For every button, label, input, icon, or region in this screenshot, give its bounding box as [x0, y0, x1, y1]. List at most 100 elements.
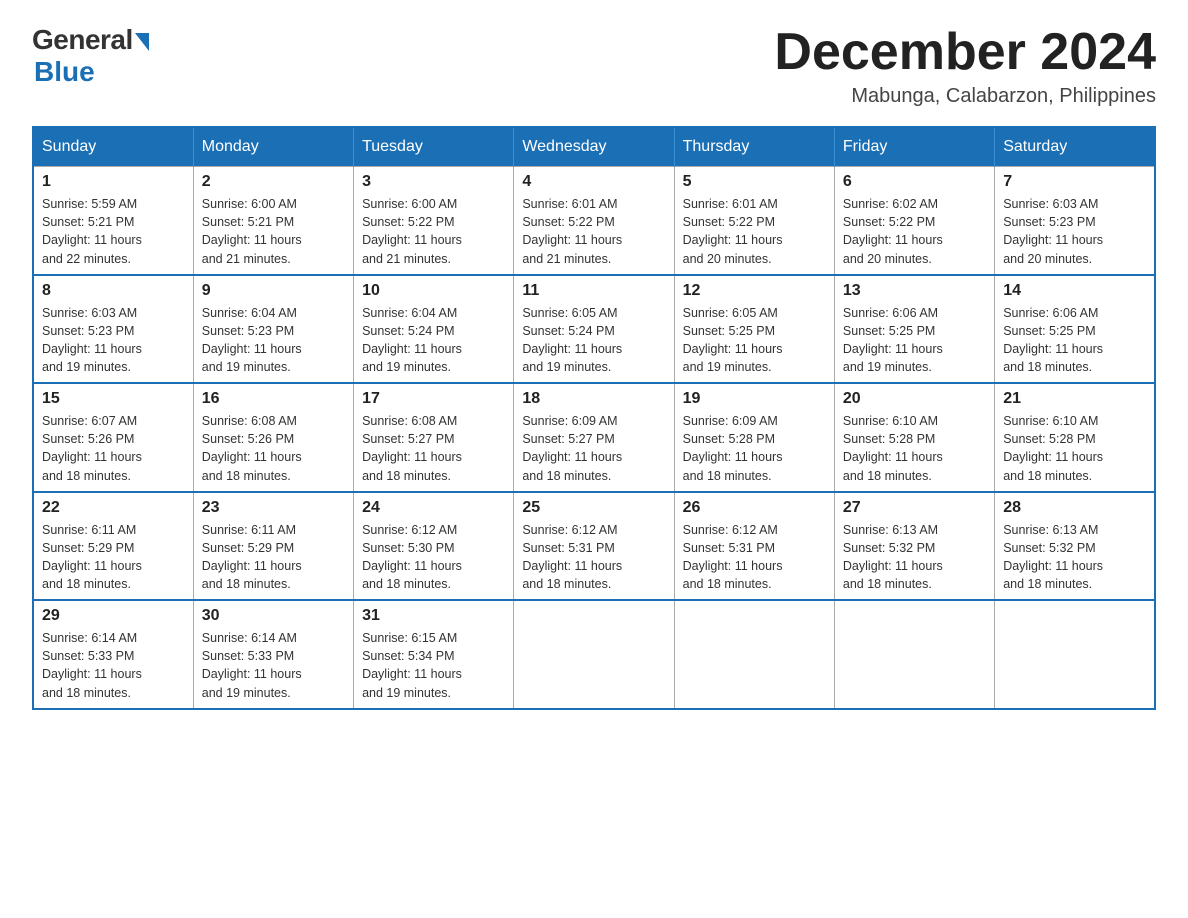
- day-info: Sunrise: 6:10 AM Sunset: 5:28 PM Dayligh…: [843, 412, 986, 485]
- day-info: Sunrise: 6:04 AM Sunset: 5:24 PM Dayligh…: [362, 304, 505, 377]
- calendar-header-friday: Friday: [834, 127, 994, 167]
- day-number: 6: [843, 173, 986, 191]
- day-number: 3: [362, 173, 505, 191]
- calendar-header-saturday: Saturday: [995, 127, 1155, 167]
- day-info: Sunrise: 6:05 AM Sunset: 5:24 PM Dayligh…: [522, 304, 665, 377]
- day-number: 9: [202, 282, 345, 300]
- calendar-cell: 29 Sunrise: 6:14 AM Sunset: 5:33 PM Dayli…: [33, 600, 193, 709]
- day-info: Sunrise: 6:08 AM Sunset: 5:26 PM Dayligh…: [202, 412, 345, 485]
- page-header: General Blue December 2024 Mabunga, Cala…: [32, 24, 1156, 108]
- day-number: 25: [522, 499, 665, 517]
- day-number: 27: [843, 499, 986, 517]
- day-info: Sunrise: 6:14 AM Sunset: 5:33 PM Dayligh…: [42, 629, 185, 702]
- calendar-cell: [834, 600, 994, 709]
- calendar-cell: 6 Sunrise: 6:02 AM Sunset: 5:22 PM Daylig…: [834, 167, 994, 275]
- calendar-cell: 17 Sunrise: 6:08 AM Sunset: 5:27 PM Dayli…: [354, 383, 514, 492]
- day-info: Sunrise: 6:02 AM Sunset: 5:22 PM Dayligh…: [843, 195, 986, 268]
- day-number: 1: [42, 173, 185, 191]
- calendar-cell: 9 Sunrise: 6:04 AM Sunset: 5:23 PM Daylig…: [193, 275, 353, 384]
- day-info: Sunrise: 6:04 AM Sunset: 5:23 PM Dayligh…: [202, 304, 345, 377]
- day-info: Sunrise: 6:01 AM Sunset: 5:22 PM Dayligh…: [522, 195, 665, 268]
- day-number: 21: [1003, 390, 1146, 408]
- calendar-cell: 19Sunrise: 6:09 AM Sunset: 5:28 PM Dayli…: [674, 383, 834, 492]
- day-info: Sunrise: 6:13 AM Sunset: 5:32 PM Dayligh…: [843, 521, 986, 594]
- calendar-cell: 8Sunrise: 6:03 AM Sunset: 5:23 PM Daylig…: [33, 275, 193, 384]
- calendar-cell: 11 Sunrise: 6:05 AM Sunset: 5:24 PM Dayli…: [514, 275, 674, 384]
- calendar-cell: 13Sunrise: 6:06 AM Sunset: 5:25 PM Dayli…: [834, 275, 994, 384]
- calendar-header-thursday: Thursday: [674, 127, 834, 167]
- calendar-cell: 2Sunrise: 6:00 AM Sunset: 5:21 PM Daylig…: [193, 167, 353, 275]
- day-number: 23: [202, 499, 345, 517]
- logo-blue-text: Blue: [34, 56, 95, 88]
- calendar-cell: [995, 600, 1155, 709]
- calendar-cell: 7 Sunrise: 6:03 AM Sunset: 5:23 PM Daylig…: [995, 167, 1155, 275]
- day-info: Sunrise: 6:13 AM Sunset: 5:32 PM Dayligh…: [1003, 521, 1146, 594]
- day-number: 18: [522, 390, 665, 408]
- day-number: 7: [1003, 173, 1146, 191]
- calendar-week-row: 29 Sunrise: 6:14 AM Sunset: 5:33 PM Dayli…: [33, 600, 1155, 709]
- day-number: 26: [683, 499, 826, 517]
- day-number: 17: [362, 390, 505, 408]
- calendar-cell: 22Sunrise: 6:11 AM Sunset: 5:29 PM Dayli…: [33, 492, 193, 601]
- day-number: 12: [683, 282, 826, 300]
- day-info: Sunrise: 6:06 AM Sunset: 5:25 PM Dayligh…: [1003, 304, 1146, 377]
- calendar-cell: 28 Sunrise: 6:13 AM Sunset: 5:32 PM Dayli…: [995, 492, 1155, 601]
- day-number: 20: [843, 390, 986, 408]
- calendar-cell: 18 Sunrise: 6:09 AM Sunset: 5:27 PM Dayli…: [514, 383, 674, 492]
- title-section: December 2024 Mabunga, Calabarzon, Phili…: [774, 24, 1156, 108]
- calendar-header-monday: Monday: [193, 127, 353, 167]
- day-number: 28: [1003, 499, 1146, 517]
- calendar-cell: 27 Sunrise: 6:13 AM Sunset: 5:32 PM Dayli…: [834, 492, 994, 601]
- day-number: 4: [522, 173, 665, 191]
- day-number: 2: [202, 173, 345, 191]
- calendar-cell: 12 Sunrise: 6:05 AM Sunset: 5:25 PM Dayli…: [674, 275, 834, 384]
- location-subtitle: Mabunga, Calabarzon, Philippines: [774, 85, 1156, 108]
- day-info: Sunrise: 6:09 AM Sunset: 5:28 PM Dayligh…: [683, 412, 826, 485]
- calendar-cell: 1Sunrise: 5:59 AM Sunset: 5:21 PM Daylig…: [33, 167, 193, 275]
- calendar-week-row: 8Sunrise: 6:03 AM Sunset: 5:23 PM Daylig…: [33, 275, 1155, 384]
- day-number: 11: [522, 282, 665, 300]
- calendar-header-wednesday: Wednesday: [514, 127, 674, 167]
- calendar-cell: 26Sunrise: 6:12 AM Sunset: 5:31 PM Dayli…: [674, 492, 834, 601]
- day-info: Sunrise: 6:01 AM Sunset: 5:22 PM Dayligh…: [683, 195, 826, 268]
- day-number: 29: [42, 607, 185, 625]
- logo: General Blue: [32, 24, 149, 88]
- calendar-cell: 14 Sunrise: 6:06 AM Sunset: 5:25 PM Dayli…: [995, 275, 1155, 384]
- day-number: 10: [362, 282, 505, 300]
- calendar-cell: 21 Sunrise: 6:10 AM Sunset: 5:28 PM Dayli…: [995, 383, 1155, 492]
- logo-general-text: General: [32, 24, 133, 56]
- calendar-week-row: 15 Sunrise: 6:07 AM Sunset: 5:26 PM Dayli…: [33, 383, 1155, 492]
- calendar-header-tuesday: Tuesday: [354, 127, 514, 167]
- calendar-cell: 4 Sunrise: 6:01 AM Sunset: 5:22 PM Daylig…: [514, 167, 674, 275]
- day-number: 5: [683, 173, 826, 191]
- calendar-cell: [674, 600, 834, 709]
- day-number: 31: [362, 607, 505, 625]
- day-info: Sunrise: 6:03 AM Sunset: 5:23 PM Dayligh…: [1003, 195, 1146, 268]
- day-info: Sunrise: 6:06 AM Sunset: 5:25 PM Dayligh…: [843, 304, 986, 377]
- logo-arrow-icon: [135, 33, 149, 51]
- calendar-cell: 5 Sunrise: 6:01 AM Sunset: 5:22 PM Daylig…: [674, 167, 834, 275]
- calendar-week-row: 1Sunrise: 5:59 AM Sunset: 5:21 PM Daylig…: [33, 167, 1155, 275]
- calendar-cell: [514, 600, 674, 709]
- calendar-cell: 31Sunrise: 6:15 AM Sunset: 5:34 PM Dayli…: [354, 600, 514, 709]
- calendar-table: SundayMondayTuesdayWednesdayThursdayFrid…: [32, 126, 1156, 710]
- day-info: Sunrise: 6:05 AM Sunset: 5:25 PM Dayligh…: [683, 304, 826, 377]
- day-info: Sunrise: 6:00 AM Sunset: 5:22 PM Dayligh…: [362, 195, 505, 268]
- calendar-cell: 10 Sunrise: 6:04 AM Sunset: 5:24 PM Dayli…: [354, 275, 514, 384]
- calendar-cell: 25Sunrise: 6:12 AM Sunset: 5:31 PM Dayli…: [514, 492, 674, 601]
- day-number: 14: [1003, 282, 1146, 300]
- day-info: Sunrise: 6:09 AM Sunset: 5:27 PM Dayligh…: [522, 412, 665, 485]
- day-info: Sunrise: 6:08 AM Sunset: 5:27 PM Dayligh…: [362, 412, 505, 485]
- calendar-header-sunday: Sunday: [33, 127, 193, 167]
- calendar-cell: 15 Sunrise: 6:07 AM Sunset: 5:26 PM Dayli…: [33, 383, 193, 492]
- calendar-cell: 3 Sunrise: 6:00 AM Sunset: 5:22 PM Daylig…: [354, 167, 514, 275]
- day-number: 16: [202, 390, 345, 408]
- day-info: Sunrise: 6:07 AM Sunset: 5:26 PM Dayligh…: [42, 412, 185, 485]
- calendar-week-row: 22Sunrise: 6:11 AM Sunset: 5:29 PM Dayli…: [33, 492, 1155, 601]
- calendar-cell: 24Sunrise: 6:12 AM Sunset: 5:30 PM Dayli…: [354, 492, 514, 601]
- day-info: Sunrise: 6:11 AM Sunset: 5:29 PM Dayligh…: [42, 521, 185, 594]
- day-number: 15: [42, 390, 185, 408]
- day-info: Sunrise: 6:11 AM Sunset: 5:29 PM Dayligh…: [202, 521, 345, 594]
- calendar-cell: 20 Sunrise: 6:10 AM Sunset: 5:28 PM Dayli…: [834, 383, 994, 492]
- day-info: Sunrise: 6:10 AM Sunset: 5:28 PM Dayligh…: [1003, 412, 1146, 485]
